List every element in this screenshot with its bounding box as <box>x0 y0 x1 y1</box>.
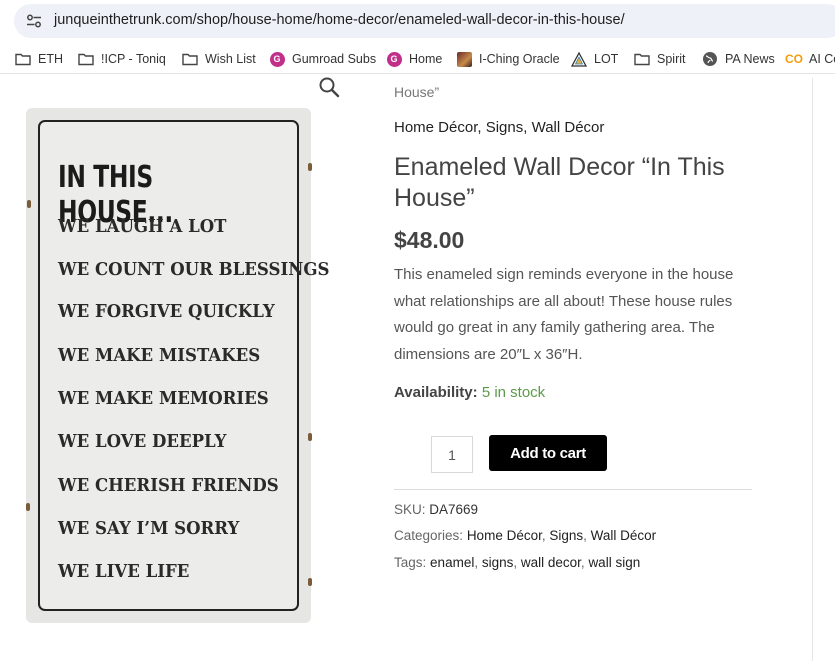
category-link-signs[interactable]: Signs <box>549 528 583 543</box>
quantity-input[interactable] <box>431 436 473 473</box>
sign-line: WE FORGIVE QUICKLY <box>58 301 275 322</box>
bookmark-icp-toniq[interactable]: !ICP - Toniq <box>78 49 166 69</box>
bookmark-ai-co[interactable]: CO AI Co <box>785 49 835 69</box>
rust-spot <box>27 200 31 208</box>
sign-line: WE MAKE MISTAKES <box>58 345 261 366</box>
gumroad-icon: G <box>386 51 402 67</box>
tag-link-enamel[interactable]: enamel <box>430 555 474 570</box>
tag-link-signs[interactable]: signs <box>482 555 514 570</box>
sku-row: SKU: DA7669 <box>394 502 478 517</box>
url-text: junqueinthetrunk.com/shop/house-home/hom… <box>54 12 625 28</box>
zoom-icon[interactable] <box>318 76 340 98</box>
product-categories: Home Décor, Signs, Wall Décor <box>394 119 605 136</box>
categories-label: Categories: <box>394 528 464 543</box>
category-link-wall-decor[interactable]: Wall Décor <box>532 119 605 136</box>
bookmark-label: LOT <box>594 52 619 66</box>
divider <box>394 489 752 490</box>
sign-border: IN THIS HOUSE... WE LAUGH A LOT WE COUNT… <box>38 120 329 611</box>
bookmark-gumroad-subs[interactable]: G Gumroad Subs <box>269 49 376 69</box>
breadcrumb-tail: House” <box>394 84 440 100</box>
availability: Availability: 5 in stock <box>394 384 545 401</box>
bookmarks-bar: ETH !ICP - Toniq Wish List G Gumroad Sub… <box>0 44 835 74</box>
bookmark-label: Wish List <box>205 52 256 66</box>
rust-spot <box>308 163 312 171</box>
bookmark-pa-news[interactable]: PA News <box>702 49 775 69</box>
bookmark-wish-list[interactable]: Wish List <box>182 49 256 69</box>
address-bar: junqueinthetrunk.com/shop/house-home/hom… <box>0 0 835 42</box>
co-logo-icon: CO <box>785 52 803 66</box>
triangle-logo-icon <box>571 51 587 67</box>
iching-icon <box>456 51 472 67</box>
page-edge-divider <box>812 78 813 661</box>
bookmark-home[interactable]: G Home <box>386 49 442 69</box>
bookmark-label: I-Ching Oracle <box>479 52 560 66</box>
folder-icon <box>78 51 94 67</box>
bookmark-label: Spirit <box>657 52 686 66</box>
bookmark-label: ETH <box>38 52 63 66</box>
sign-line: WE LOVE DEEPLY <box>58 431 227 452</box>
rust-spot <box>308 578 312 586</box>
product-image[interactable]: IN THIS HOUSE... WE LAUGH A LOT WE COUNT… <box>26 108 329 623</box>
tag-link-wall-sign[interactable]: wall sign <box>588 555 640 570</box>
rust-spot <box>26 503 30 511</box>
category-link-wall-decor[interactable]: Wall Décor <box>591 528 657 543</box>
product-price: $48.00 <box>394 227 465 253</box>
categories-row: Categories: Home Décor, Signs, Wall Déco… <box>394 528 657 543</box>
tags-label: Tags: <box>394 555 427 570</box>
product-description: This enameled sign reminds everyone in t… <box>394 266 734 363</box>
site-info-icon[interactable] <box>26 13 42 29</box>
category-link-home-decor[interactable]: Home Décor <box>394 119 477 136</box>
bookmark-label: !ICP - Toniq <box>101 52 166 66</box>
bookmark-label: Gumroad Subs <box>292 52 377 66</box>
tag-link-wall-decor[interactable]: wall decor <box>521 555 581 570</box>
sku-label: SKU: <box>394 502 426 517</box>
availability-label: Availability: <box>394 384 478 401</box>
sign-line: WE MAKE MEMORIES <box>58 388 269 409</box>
tags-row: Tags: enamel, signs, wall decor, wall si… <box>394 555 641 570</box>
sign-line: WE SAY I’M SORRY <box>58 518 240 539</box>
sign-line: WE LAUGH A LOT <box>58 216 227 237</box>
sign-line: WE COUNT OUR BLESSINGS <box>58 259 330 280</box>
product-title: Enameled Wall Decor “In This House” <box>394 153 725 212</box>
add-to-cart-button[interactable]: Add to cart <box>489 435 607 471</box>
rust-spot <box>308 433 312 441</box>
sku-value: DA7669 <box>429 502 479 517</box>
bookmark-eth[interactable]: ETH <box>15 49 63 69</box>
folder-icon <box>634 51 650 67</box>
bookmark-label: AI Co <box>809 52 835 66</box>
folder-icon <box>182 51 198 67</box>
category-link-signs[interactable]: Signs <box>486 119 524 136</box>
stock-status: 5 in stock <box>481 384 546 401</box>
folder-icon <box>15 51 31 67</box>
bookmark-label: PA News <box>725 52 775 66</box>
bookmark-lot[interactable]: LOT <box>571 49 618 69</box>
url-field[interactable]: junqueinthetrunk.com/shop/house-home/hom… <box>14 4 835 38</box>
globe-icon <box>702 51 718 67</box>
sign-line: WE LIVE LIFE <box>58 561 190 582</box>
bookmark-spirit[interactable]: Spirit <box>634 49 685 69</box>
gumroad-icon: G <box>269 51 285 67</box>
bookmark-label: Home <box>409 52 443 66</box>
sign-line: WE CHERISH FRIENDS <box>58 475 279 496</box>
bookmark-iching-oracle[interactable]: I-Ching Oracle <box>456 49 560 69</box>
category-link-home-decor[interactable]: Home Décor <box>467 528 542 543</box>
